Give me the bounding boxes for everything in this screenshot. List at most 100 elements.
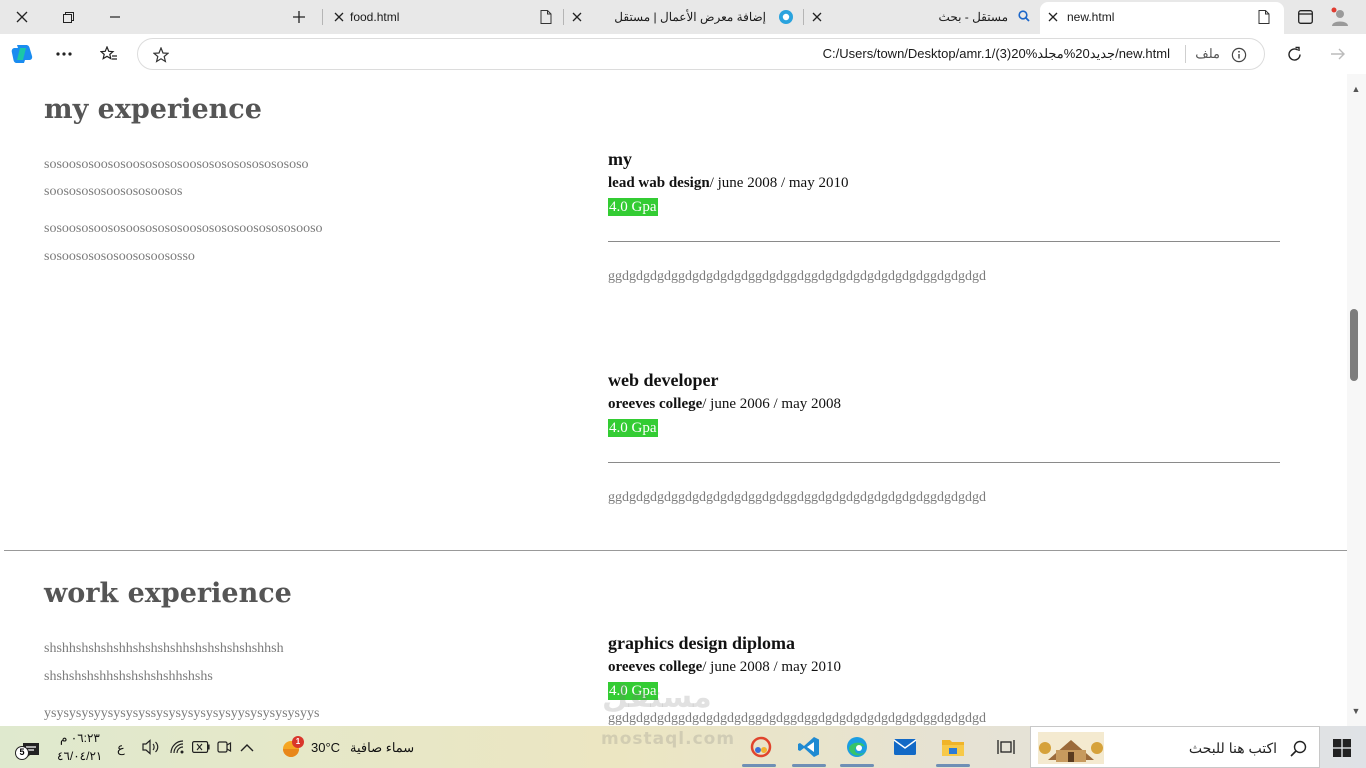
left-text-line: sosoososoososoososososoososososososososo… bbox=[44, 157, 309, 172]
site-favicon-icon bbox=[777, 8, 795, 26]
clock-date[interactable]: ٤٦/٠٤/٢١ bbox=[57, 749, 102, 763]
search-icon bbox=[1289, 739, 1307, 757]
address-bar[interactable]: C:/Users/town/Desktop/amr.1/(3)20%جديد20… bbox=[137, 38, 1265, 70]
new-tab-icon[interactable] bbox=[290, 8, 308, 26]
entry-subtitle: oreeves college/ june 2006 / may 2008 bbox=[608, 396, 841, 413]
entry-title: web developer bbox=[608, 370, 719, 390]
tab-search[interactable]: مستقل - بحث bbox=[804, 0, 1036, 34]
minimize-window-icon[interactable] bbox=[107, 9, 123, 25]
clock-time[interactable]: ٠٦:٢٣ م bbox=[60, 731, 100, 745]
entry-description: ggdgdgdgdggdgdgdgdgdggdgdggdggdgdgdgdgdg… bbox=[608, 490, 986, 505]
tab-portfolio[interactable]: إضافة معرض الأعمال | مستقل bbox=[564, 0, 800, 34]
close-tab-icon[interactable] bbox=[332, 10, 346, 24]
running-indicator bbox=[792, 764, 826, 767]
tab-new-html[interactable]: new.html bbox=[1040, 2, 1284, 34]
battery-icon[interactable] bbox=[191, 738, 211, 756]
input-language[interactable]: ع bbox=[117, 740, 125, 756]
wifi-icon[interactable] bbox=[168, 738, 188, 756]
watermark-domain: mostaql.com bbox=[601, 729, 736, 749]
taskbar-search-box[interactable]: اكتب هنا للبحث bbox=[1030, 726, 1320, 768]
left-text-line: sosoososoososoososososoososososoosososos… bbox=[44, 221, 323, 236]
entry-dates: / june 2008 / may 2010 bbox=[702, 659, 842, 675]
weather-description[interactable]: سماء صافية bbox=[350, 740, 414, 756]
vscode-icon bbox=[797, 735, 821, 759]
taskbar-app-snip[interactable] bbox=[738, 726, 780, 768]
browser-toolbar: C:/Users/town/Desktop/amr.1/(3)20%جديد20… bbox=[0, 34, 1366, 74]
tab-actions-icon[interactable] bbox=[1296, 8, 1314, 26]
profile-avatar-icon[interactable] bbox=[1329, 6, 1351, 28]
close-tab-icon[interactable] bbox=[1046, 10, 1060, 24]
taskbar-task-view[interactable] bbox=[984, 726, 1026, 768]
taskbar-app-mail[interactable] bbox=[884, 726, 926, 768]
watermark-logo: مستقل bbox=[602, 680, 712, 715]
left-text-line: shshshshshhshshshshshhshshs bbox=[44, 669, 213, 684]
running-indicator bbox=[840, 764, 874, 767]
search-favicon-icon bbox=[1017, 9, 1031, 23]
search-placeholder: اكتب هنا للبحث bbox=[1188, 740, 1277, 756]
left-text-line: ysysysysyysysysyssysysysysysysyysysysysy… bbox=[44, 706, 320, 721]
entry-org: lead wab design bbox=[608, 175, 710, 191]
entry-subtitle: oreeves college/ june 2008 / may 2010 bbox=[608, 659, 841, 676]
meet-now-icon[interactable] bbox=[215, 738, 233, 756]
taskbar-app-vscode[interactable] bbox=[788, 726, 830, 768]
restore-window-icon[interactable] bbox=[60, 9, 76, 25]
running-indicator bbox=[936, 764, 970, 767]
windows-start-icon[interactable] bbox=[1332, 738, 1352, 758]
weather-alert-badge: 1 bbox=[292, 736, 304, 748]
file-icon bbox=[539, 9, 553, 25]
scrollbar-thumb[interactable] bbox=[1350, 309, 1358, 381]
mail-icon bbox=[893, 737, 917, 757]
entry-divider bbox=[608, 462, 1280, 463]
entry-title: graphics design diploma bbox=[608, 633, 796, 653]
close-tab-icon[interactable] bbox=[810, 10, 824, 24]
taskbar-app-explorer[interactable] bbox=[932, 726, 974, 768]
address-separator bbox=[1185, 45, 1186, 63]
entry-title: my bbox=[608, 149, 632, 169]
edge-browser-icon bbox=[845, 735, 869, 759]
taskbar-app-edge[interactable] bbox=[836, 726, 878, 768]
forward-arrow-icon[interactable] bbox=[1328, 44, 1348, 64]
copilot-icon[interactable] bbox=[10, 41, 36, 67]
entry-org: oreeves college bbox=[608, 659, 703, 675]
file-icon bbox=[1257, 9, 1271, 25]
notification-count-badge: 5 bbox=[15, 746, 29, 760]
tab-separator bbox=[322, 9, 323, 25]
entry-divider bbox=[608, 241, 1280, 242]
favorites-icon[interactable] bbox=[98, 44, 120, 64]
entry-dates: / june 2006 / may 2008 bbox=[702, 396, 842, 412]
refresh-icon[interactable] bbox=[1284, 44, 1304, 64]
entry-description: ggdgdgdgdggdgdgdgdgdggdgdggdggdgdgdgdgdg… bbox=[608, 269, 986, 284]
section-heading: my experience bbox=[44, 94, 262, 125]
entry-org: oreeves college bbox=[608, 396, 703, 412]
left-text-line: sosoososososoososoosossо bbox=[44, 249, 195, 264]
scroll-up-arrow-icon[interactable]: ▲ bbox=[1351, 84, 1361, 94]
page-scrollbar[interactable]: ▲ ▼ bbox=[1347, 74, 1366, 726]
tab-title: مستقل - بحث bbox=[938, 10, 1008, 24]
chevron-up-icon[interactable] bbox=[238, 739, 256, 755]
search-highlight-icon bbox=[1037, 731, 1105, 765]
tab-strip: food.html إضافة معرض الأعمال | مستقل مست… bbox=[0, 0, 1366, 34]
section-divider bbox=[4, 550, 1347, 551]
file-scheme-label: ملف bbox=[1195, 46, 1220, 61]
snipping-tool-icon bbox=[750, 736, 772, 758]
url-text[interactable]: C:/Users/town/Desktop/amr.1/(3)20%جديد20… bbox=[823, 46, 1170, 62]
file-explorer-icon bbox=[941, 736, 965, 758]
scroll-down-arrow-icon[interactable]: ▼ bbox=[1351, 706, 1361, 716]
tab-title: إضافة معرض الأعمال | مستقل bbox=[614, 10, 766, 24]
gpa-badge: 4.0 Gpa bbox=[608, 419, 658, 437]
tab-title: new.html bbox=[1067, 10, 1115, 24]
tab-food[interactable]: food.html bbox=[326, 0, 558, 34]
volume-icon[interactable] bbox=[141, 738, 161, 756]
close-window-icon[interactable] bbox=[14, 9, 30, 25]
left-text-line: soososososoosososoosos bbox=[44, 184, 183, 199]
more-options-icon[interactable] bbox=[54, 46, 74, 62]
close-tab-icon[interactable] bbox=[570, 10, 584, 24]
add-favorite-star-icon[interactable] bbox=[152, 46, 170, 64]
page-content: my experience sosoososoososoososososooso… bbox=[4, 74, 1347, 726]
site-info-icon[interactable] bbox=[1230, 46, 1248, 64]
entry-dates: / june 2008 / may 2010 bbox=[709, 175, 849, 191]
section-heading: work experience bbox=[44, 578, 292, 609]
weather-temperature[interactable]: 30°C bbox=[311, 740, 340, 755]
entry-subtitle: lead wab design/ june 2008 / may 2010 bbox=[608, 175, 848, 192]
running-indicator bbox=[742, 764, 776, 767]
